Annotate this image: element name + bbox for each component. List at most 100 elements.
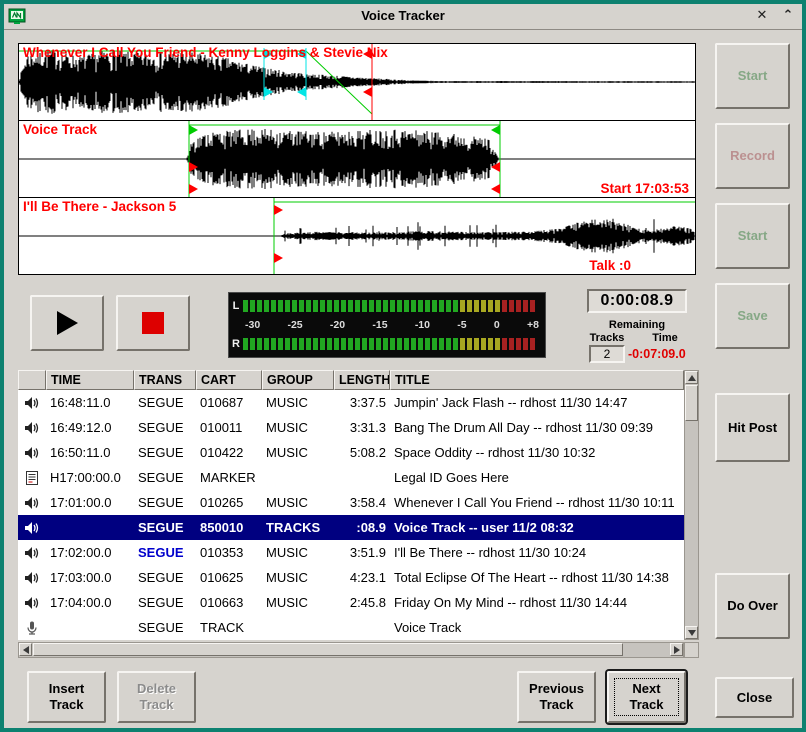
remaining-time-label: Time xyxy=(636,332,694,344)
speaker-icon xyxy=(18,515,46,540)
horizontal-scrollbar[interactable] xyxy=(18,642,684,658)
log-row[interactable]: 17:03:00.0SEGUE010625MUSIC4:23.1Total Ec… xyxy=(18,565,684,590)
meter-scale-tick: +8 xyxy=(527,319,539,331)
window-title: Voice Tracker xyxy=(4,8,802,23)
track-talk-time: Talk :0 xyxy=(589,258,631,273)
meter-left-label: L xyxy=(229,300,243,312)
close-button[interactable]: Close xyxy=(715,677,794,718)
column-header-trans[interactable]: TRANS xyxy=(134,370,196,390)
log-row[interactable]: 17:04:00.0SEGUE010663MUSIC2:45.8Friday O… xyxy=(18,590,684,615)
cell-title: Whenever I Call You Friend -- rdhost 11/… xyxy=(390,490,684,515)
meter-scale-tick: -5 xyxy=(457,319,466,331)
cell-length: 3:58.4 xyxy=(334,490,390,515)
cell-length: 4:23.1 xyxy=(334,565,390,590)
record-button[interactable]: Record xyxy=(715,123,790,189)
close-icon[interactable]: ✕ xyxy=(754,7,770,23)
scroll-right-button[interactable] xyxy=(670,643,683,656)
meter-scale: -30-25-20-15-10-50+8 xyxy=(229,319,545,332)
horizontal-scroll-thumb[interactable] xyxy=(33,643,623,656)
cell-title: Space Oddity -- rdhost 11/30 10:32 xyxy=(390,440,684,465)
cell-trans: SEGUE xyxy=(134,490,196,515)
meter-scale-tick: 0 xyxy=(494,319,500,331)
waveform-panel-3[interactable]: I'll Be There - Jackson 5 Talk :0 xyxy=(18,197,696,275)
cell-cart: 010265 xyxy=(196,490,262,515)
up-arrow-icon xyxy=(688,375,696,381)
cell-time: 17:03:00.0 xyxy=(46,565,134,590)
column-header-icon[interactable] xyxy=(18,370,46,390)
cell-cart: 010663 xyxy=(196,590,262,615)
log-row[interactable]: 16:48:11.0SEGUE010687MUSIC3:37.5Jumpin' … xyxy=(18,390,684,415)
vertical-scrollbar[interactable] xyxy=(684,370,699,640)
track-title-3: I'll Be There - Jackson 5 xyxy=(23,199,176,214)
meter-scale-tick: -25 xyxy=(287,319,302,331)
waveform-panel-1[interactable]: Whenever I Call You Friend - Kenny Loggi… xyxy=(18,43,696,121)
meter-scale-tick: -10 xyxy=(415,319,430,331)
previous-track-button[interactable]: Previous Track xyxy=(517,671,596,723)
column-header-length[interactable]: LENGTH xyxy=(334,370,390,390)
cell-trans: SEGUE xyxy=(134,615,196,640)
log-row[interactable]: 16:50:11.0SEGUE010422MUSIC5:08.2Space Od… xyxy=(18,440,684,465)
cell-time: 17:01:00.0 xyxy=(46,490,134,515)
log-row[interactable]: 16:49:12.0SEGUE010011MUSIC3:31.3Bang The… xyxy=(18,415,684,440)
cell-trans: SEGUE xyxy=(134,390,196,415)
speaker-icon xyxy=(18,415,46,440)
cell-time: 16:49:12.0 xyxy=(46,415,134,440)
log-row[interactable]: SEGUE850010TRACKS:08.9Voice Track -- use… xyxy=(18,515,684,540)
cell-cart: 010625 xyxy=(196,565,262,590)
column-header-time[interactable]: TIME xyxy=(46,370,134,390)
cell-time: 16:48:11.0 xyxy=(46,390,134,415)
do-over-button[interactable]: Do Over xyxy=(715,573,790,639)
play-button[interactable] xyxy=(30,295,104,351)
remaining-tracks-label: Tracks xyxy=(581,332,633,344)
speaker-icon xyxy=(18,540,46,565)
cell-trans: SEGUE xyxy=(134,540,196,565)
column-header-cart[interactable]: CART xyxy=(196,370,262,390)
column-header-title[interactable]: TITLE xyxy=(390,370,684,390)
save-button[interactable]: Save xyxy=(715,283,790,349)
log-row[interactable]: H17:00:00.0SEGUEMARKERLegal ID Goes Here xyxy=(18,465,684,490)
scroll-left-button[interactable] xyxy=(19,643,32,656)
next-track-button[interactable]: Next Track xyxy=(607,671,686,723)
cell-length: :08.9 xyxy=(334,515,390,540)
cell-time: H17:00:00.0 xyxy=(46,465,134,490)
log-row[interactable]: SEGUETRACKVoice Track xyxy=(18,615,684,640)
speaker-icon xyxy=(18,490,46,515)
stop-button[interactable] xyxy=(116,295,190,351)
cell-title: Bang The Drum All Day -- rdhost 11/30 09… xyxy=(390,415,684,440)
waveform-panel-2[interactable]: Voice Track Start 17:03:53 xyxy=(18,120,696,198)
log-row[interactable]: 17:01:00.0SEGUE010265MUSIC3:58.4Whenever… xyxy=(18,490,684,515)
cell-title: Voice Track xyxy=(390,615,684,640)
speaker-icon xyxy=(18,440,46,465)
titlebar[interactable]: Voice Tracker ✕ ⌃ xyxy=(4,4,802,30)
cell-group: MUSIC xyxy=(262,440,334,465)
hit-post-button[interactable]: Hit Post xyxy=(715,393,790,462)
cell-length xyxy=(334,465,390,490)
waveform-2 xyxy=(19,121,695,197)
meter-right-strip xyxy=(243,338,535,350)
left-arrow-icon xyxy=(23,646,29,654)
cell-cart: 850010 xyxy=(196,515,262,540)
cell-length xyxy=(334,615,390,640)
cell-length: 3:37.5 xyxy=(334,390,390,415)
delete-track-button[interactable]: Delete Track xyxy=(117,671,196,723)
play-icon xyxy=(54,309,80,337)
log-row[interactable]: 17:02:00.0SEGUE010353MUSIC3:51.9I'll Be … xyxy=(18,540,684,565)
log-table: 16:48:11.0SEGUE010687MUSIC3:37.5Jumpin' … xyxy=(18,390,684,640)
vertical-scroll-thumb[interactable] xyxy=(685,385,698,421)
cell-length: 5:08.2 xyxy=(334,440,390,465)
cell-trans: SEGUE xyxy=(134,565,196,590)
remaining-label: Remaining xyxy=(587,319,687,331)
cell-title: Jumpin' Jack Flash -- rdhost 11/30 14:47 xyxy=(390,390,684,415)
start-button-2[interactable]: Start xyxy=(715,203,790,269)
scroll-up-button[interactable] xyxy=(685,371,698,384)
start-button-1[interactable]: Start xyxy=(715,43,790,109)
cell-length: 3:51.9 xyxy=(334,540,390,565)
meter-scale-tick: -30 xyxy=(245,319,260,331)
speaker-icon xyxy=(18,390,46,415)
cell-time xyxy=(46,615,134,640)
insert-track-button[interactable]: Insert Track xyxy=(27,671,106,723)
column-header-group[interactable]: GROUP xyxy=(262,370,334,390)
scroll-down-button[interactable] xyxy=(685,626,698,639)
meter-left-strip xyxy=(243,300,535,312)
maximize-icon[interactable]: ⌃ xyxy=(780,7,796,23)
